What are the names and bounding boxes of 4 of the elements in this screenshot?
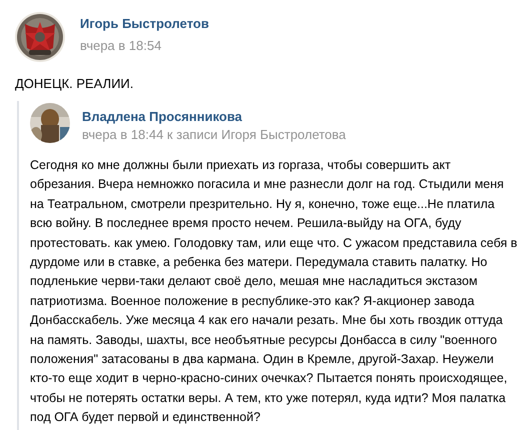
post-text: ДОНЕЦК. РЕАЛИИ. [14,75,135,93]
author-name[interactable]: Игорь Быстролетов [80,16,209,32]
repost-text: Сегодня ко мне должны были приехать из горгаза, чтобы совершить акт обрезания. Вчера немножко погасила и мне разнесли долг на год. Стыдили меня на Театральном, смотрели презрительно. Ну я, конечно, тоже еще...Не платила всю войну. В последнее время просто нечем. Решила-выйду на ОГА, буду протестовать. как умею. Голодовку там, или еще что. С ужасом представила себя в дурдоме или в ставке, а ребенка без матери. Передумала ставить палатку. Но подленькие черви-таки делают своё дело, мешая мне насладиться экстазом патриотизма. Военное положение в республике-это как? Я-акционер завода Донбасскабель. Уже месяца 4 как его начали резать. Мне бы хоть гвоздик оттуда на память. Заводы, шахты, все необъятные ресурсы Донбасса в силу "военного положения" затасованы в два кармана. Один в Кремле, другой-Захар. Неужели кто-то еще ходит в черно-красно-синих очечках? Пытается понять происходящее, чтобы не потерять остатки веры. А тем, кто уже потерял, куда идти? Моя палатка под ОГА будет первой и единственной? [30,157,518,426]
author-name[interactable]: Владлена Просянникова [82,109,346,125]
